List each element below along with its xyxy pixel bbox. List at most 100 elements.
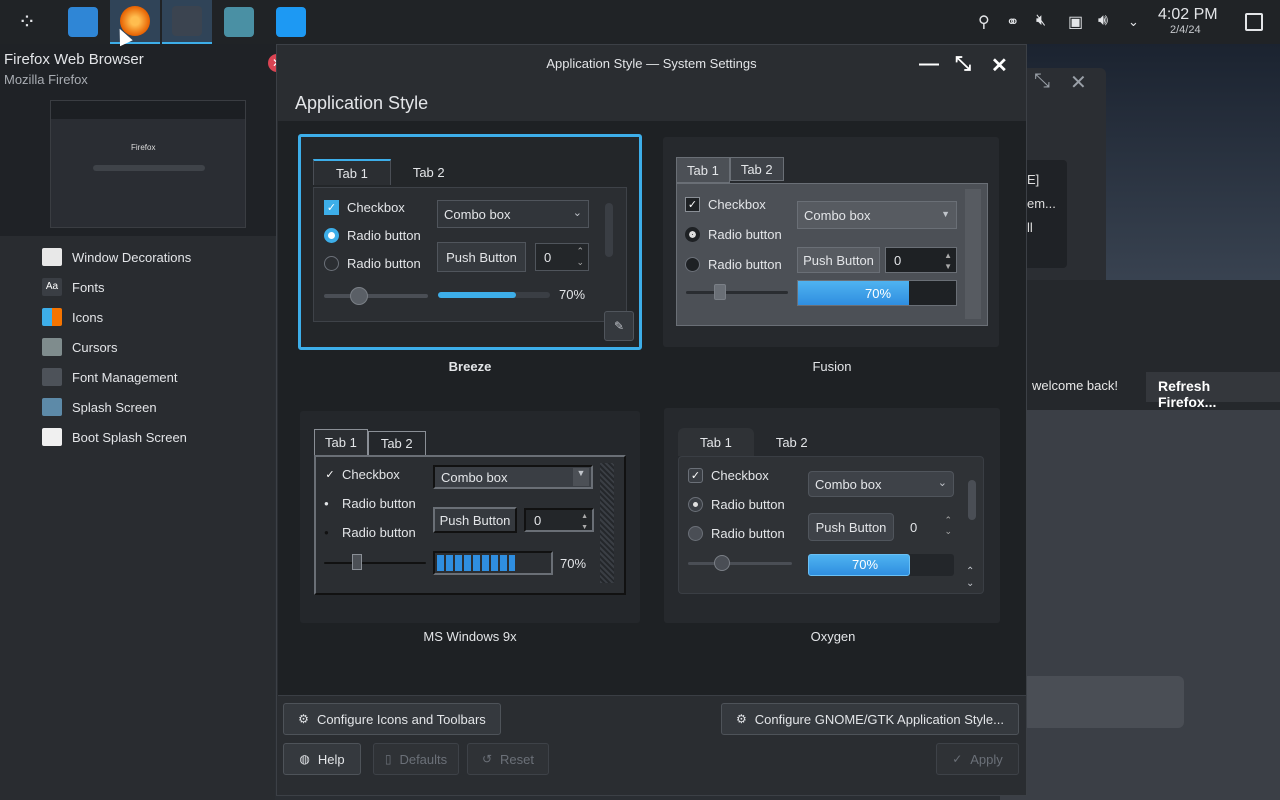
- apply-button[interactable]: ✓ Apply: [936, 743, 1019, 775]
- window-decorations-icon: [42, 248, 62, 266]
- apply-icon: ✓: [952, 752, 963, 766]
- tooltip-title: Firefox Web Browser: [4, 51, 144, 68]
- discover-button[interactable]: [266, 0, 316, 44]
- win9x-tab-2: Tab 2: [367, 431, 426, 455]
- kate-button[interactable]: [214, 0, 264, 44]
- win9x-tab-1: Tab 1: [314, 429, 368, 455]
- breeze-progress-text: 70%: [559, 287, 586, 302]
- background-fragment: E] em... ll: [1023, 160, 1067, 268]
- style-card-breeze[interactable]: Tab 1 Tab 2 ✓ Checkbox Radio button Radio…: [298, 134, 642, 350]
- breeze-push-button: Push Button: [437, 242, 526, 272]
- network-icon[interactable]: ⚭: [1006, 12, 1019, 32]
- sidebar-item-font-management[interactable]: Font Management: [42, 366, 178, 388]
- configure-icon: ⚙: [298, 712, 309, 726]
- breeze-tabbar: Tab 1 Tab 2: [313, 159, 467, 185]
- user-icon[interactable]: ⚲: [978, 12, 990, 32]
- sidebar-item-boot-splash-screen[interactable]: Boot Splash Screen: [42, 426, 187, 448]
- defaults-button[interactable]: ▯ Defaults: [373, 743, 459, 775]
- file-manager-button[interactable]: [58, 0, 108, 44]
- style-name-fusion: Fusion: [812, 359, 852, 374]
- breeze-progress: [438, 292, 550, 298]
- triangle-down-icon: ▼: [573, 468, 589, 486]
- oxygen-tab-2: Tab 2: [775, 434, 808, 450]
- sidebar-item-icons[interactable]: Icons: [42, 306, 103, 328]
- thumbnail-toolbar: [51, 101, 245, 119]
- configure-icons-toolbars-button[interactable]: ⚙ Configure Icons and Toolbars: [283, 703, 501, 735]
- bottom-button-bar: ⚙ Configure Icons and Toolbars ⚙ Configure…: [278, 695, 1026, 795]
- muted-speaker-icon[interactable]: 🔇︎: [1036, 12, 1046, 30]
- win9x-slider: [324, 554, 426, 570]
- edit-style-icon[interactable]: ✎: [604, 311, 634, 341]
- progress-fill: [437, 555, 516, 571]
- sidebar-item-cursors[interactable]: Cursors: [42, 336, 118, 358]
- reset-button[interactable]: ↺ Reset: [467, 743, 549, 775]
- minimize-icon[interactable]: —: [919, 53, 939, 76]
- radio-off-icon: ●: [324, 528, 329, 537]
- win9x-scrollbar: [600, 463, 614, 583]
- slider-handle: [350, 287, 368, 305]
- system-settings-button[interactable]: [162, 0, 212, 44]
- fusion-combo: Combo box ▼: [797, 201, 957, 229]
- breeze-slider: [324, 287, 428, 305]
- taskbar: ⁘ ⚲ ⚭ 🔇︎ ▣ 🔊︎ ⌄ 4:02 PM 2/4/24: [0, 0, 1280, 44]
- fusion-push-button: Push Button: [797, 247, 880, 273]
- oxygen-tabbar: Tab 1 Tab 2: [678, 428, 830, 456]
- volume-icon[interactable]: 🔊︎: [1098, 12, 1108, 30]
- breeze-combo: Combo box ⌄: [437, 200, 589, 228]
- radio-off-icon: [688, 526, 703, 541]
- slider-handle: [714, 284, 726, 300]
- sidebar-item-window-decorations[interactable]: Window Decorations: [42, 246, 191, 268]
- discover-icon: [276, 7, 306, 37]
- fusion-radio-1: Radio button: [685, 227, 782, 242]
- configure-gtk-style-button[interactable]: ⚙ Configure GNOME/GTK Application Style..…: [721, 703, 1019, 735]
- firefox-window-thumbnail[interactable]: Firefox: [50, 100, 246, 228]
- close-icon[interactable]: ✕: [991, 53, 1008, 78]
- show-desktop-button[interactable]: [1245, 13, 1263, 31]
- oxygen-slider: [688, 555, 792, 571]
- win9x-checkbox: ✓ Checkbox: [325, 467, 400, 482]
- clock-time[interactable]: 4:02 PM: [1158, 6, 1218, 24]
- background-box: [1022, 676, 1184, 728]
- oxygen-scrollbar: [968, 480, 976, 520]
- style-name-breeze: Breeze: [448, 359, 492, 374]
- fusion-tab-2: Tab 2: [729, 157, 784, 181]
- win9x-radio-1: ● Radio button: [324, 496, 416, 511]
- fusion-tabbar: Tab 1 Tab 2: [676, 157, 784, 183]
- spin-arrows-icon: ▲ ▼: [944, 251, 952, 271]
- kde-application-launcher-icon[interactable]: ⁘: [2, 0, 52, 44]
- slider-handle: [352, 554, 362, 570]
- cursors-icon: [42, 338, 62, 356]
- radio-on-icon: [688, 497, 703, 512]
- style-card-oxygen[interactable]: Tab 1 Tab 2 ✓ Checkbox Radio button Radio…: [664, 408, 1000, 623]
- style-card-fusion[interactable]: Tab 1 Tab 2 ✓ Checkbox Radio button Radio…: [663, 137, 999, 347]
- triangle-down-icon: ▼: [941, 209, 950, 219]
- style-card-windows9x[interactable]: Tab 1 Tab 2 ✓ Checkbox ● Radio button ● Rad…: [300, 411, 640, 623]
- style-grid: Tab 1 Tab 2 ✓ Checkbox Radio button Radio…: [278, 121, 1026, 733]
- fusion-tab-1: Tab 1: [676, 157, 730, 183]
- refresh-firefox-button[interactable]: Refresh Firefox...: [1146, 372, 1280, 410]
- check-icon: ✓: [688, 468, 703, 483]
- system-settings-window: Application Style — System Settings — ⤡ …: [276, 44, 1027, 796]
- radio-off-icon: [685, 257, 700, 272]
- chevron-down-icon: ⌄: [937, 477, 947, 489]
- help-button[interactable]: ◍ Help: [283, 743, 361, 775]
- system-settings-icon: [172, 6, 202, 36]
- radio-off-icon: [324, 256, 339, 271]
- oxygen-spinbox: 0 ⌃ ⌄: [910, 515, 952, 536]
- breeze-scrollbar: [605, 203, 613, 257]
- maximize-icon[interactable]: ⤡: [955, 53, 971, 76]
- sidebar-item-fonts[interactable]: Aa Fonts: [42, 276, 105, 298]
- fusion-checkbox: ✓ Checkbox: [685, 197, 766, 212]
- win9x-progress: [433, 551, 553, 575]
- sidebar-item-splash-screen[interactable]: Splash Screen: [42, 396, 157, 418]
- clock-date[interactable]: 2/4/24: [1170, 24, 1201, 36]
- device-icon[interactable]: ▣: [1068, 12, 1083, 32]
- file-manager-icon: [68, 7, 98, 37]
- win9x-push-button: Push Button: [433, 507, 517, 533]
- thumbnail-firefox-label: Firefox: [131, 143, 156, 152]
- oxygen-combo: Combo box ⌄: [808, 471, 954, 497]
- spin-arrows-icon: ⌃ ⌄: [576, 246, 584, 267]
- check-icon: ✓: [324, 200, 339, 215]
- chevron-down-icon[interactable]: ⌄: [1128, 14, 1139, 30]
- reset-icon: ↺: [481, 752, 493, 766]
